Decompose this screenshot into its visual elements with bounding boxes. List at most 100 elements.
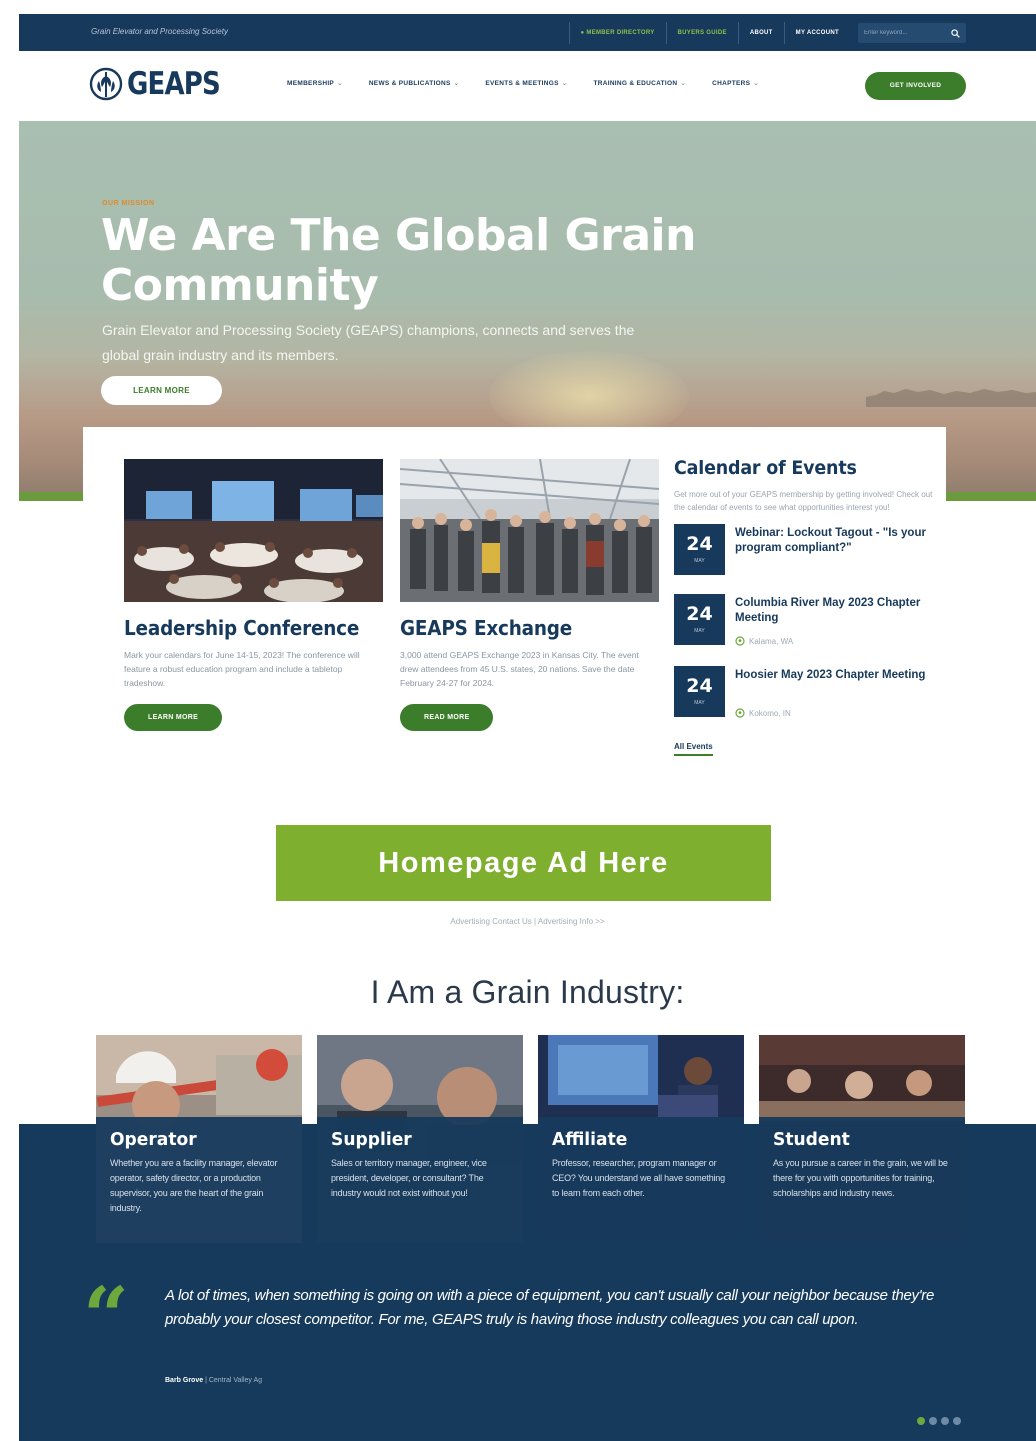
exchange-photo[interactable] xyxy=(400,459,659,602)
role-title: Supplier xyxy=(331,1129,412,1150)
member-directory-link[interactable]: ● Member directory xyxy=(568,22,666,44)
carousel-dot[interactable] xyxy=(929,1417,937,1425)
search-box xyxy=(858,23,966,43)
advertising-links[interactable]: Advertising Contact Us | Advertising Inf… xyxy=(19,917,1036,926)
hero-subtitle: Grain Elevator and Processing Society (G… xyxy=(102,322,635,363)
logo[interactable]: GEAPS xyxy=(89,65,238,103)
conference-learn-more-button[interactable]: Learn More xyxy=(124,704,223,731)
event-date-badge: 24 May xyxy=(674,666,725,717)
nav-item-news[interactable]: News & Publications ⌄ xyxy=(369,79,460,87)
nav-item-chapters[interactable]: Chapters ⌄ xyxy=(712,79,759,87)
industry-heading: I Am a Grain Industry: xyxy=(370,974,685,1010)
event-date-badge: 24 May xyxy=(674,594,725,645)
chevron-down-icon: ⌄ xyxy=(680,80,687,87)
tagline: Grain Elevator and Processing Society xyxy=(91,27,228,36)
buyers-guide-link[interactable]: Buyers guide xyxy=(665,22,738,44)
feature-text: Mark your calendars for June 14-15, 2023… xyxy=(124,650,360,688)
main-nav: GEAPS Membership ⌄ News & Publications ⌄ E… xyxy=(19,51,1036,121)
event-location-text: Kokomo, IN xyxy=(749,708,791,718)
map-pin-icon xyxy=(735,708,745,718)
role-title: Operator xyxy=(110,1129,197,1150)
role-overlay: Affiliate Professor, researcher, program… xyxy=(538,1117,744,1243)
nav-item-label: Membership xyxy=(287,80,335,87)
homepage-ad-banner[interactable]: Homepage Ad Here xyxy=(276,825,771,901)
nav-item-events[interactable]: Events & Meetings ⌄ xyxy=(485,79,567,87)
hero-learn-more-button[interactable]: Learn More xyxy=(101,376,222,405)
map-pin-icon xyxy=(735,636,745,646)
event-month: May xyxy=(694,628,705,634)
nav-menu: Membership ⌄ News & Publications ⌄ Events … xyxy=(287,79,785,87)
carousel-dot[interactable] xyxy=(917,1417,925,1425)
hero-title: We Are The Global Grain Community xyxy=(101,210,696,311)
conference-photo[interactable] xyxy=(124,459,383,602)
event-day: 24 xyxy=(686,675,713,697)
about-link[interactable]: About xyxy=(737,22,784,44)
event-month: May xyxy=(694,558,705,564)
calendar-intro: Get more out of your GEAPS membership by… xyxy=(674,490,933,512)
role-text: Sales or territory manager, engineer, vi… xyxy=(331,1158,487,1198)
event-title[interactable]: Hoosier May 2023 Chapter Meeting xyxy=(735,668,935,683)
utility-links: ● Member directory Buyers guide About My… xyxy=(568,22,966,44)
feature-leadership-conference: Leadership Conference Mark your calendar… xyxy=(124,459,383,731)
logo-text: GEAPS xyxy=(127,66,221,102)
role-card-affiliate[interactable]: Affiliate Professor, researcher, program… xyxy=(538,1035,744,1243)
wheat-logo-icon xyxy=(89,67,123,101)
hero-tree-line xyxy=(866,389,1036,407)
testimonial-attribution: Barb Grove | Central Valley Ag xyxy=(165,1377,262,1384)
get-involved-button[interactable]: Get Involved xyxy=(865,72,966,100)
page: Grain Elevator and Processing Society ● … xyxy=(19,14,1036,1441)
quote-mark-icon: “ xyxy=(83,1269,130,1363)
event-item[interactable]: 24 May Hoosier May 2023 Chapter Meeting … xyxy=(674,666,939,736)
feature-geaps-exchange: GEAPS Exchange 3,000 attend GEAPS Exchan… xyxy=(400,459,659,731)
nav-item-training[interactable]: Training & Education ⌄ xyxy=(593,79,686,87)
search-input[interactable] xyxy=(864,30,944,36)
utility-bar: Grain Elevator and Processing Society ● … xyxy=(19,14,1036,51)
search-icon[interactable] xyxy=(951,28,960,38)
chevron-down-icon: ⌄ xyxy=(561,80,568,87)
nav-item-label: Chapters xyxy=(712,80,751,87)
hero-eyebrow: Our Mission xyxy=(102,200,155,207)
exchange-read-more-button[interactable]: Read More xyxy=(400,704,494,731)
event-item[interactable]: 24 May Webinar: Lockout Tagout - "Is you… xyxy=(674,524,939,594)
event-date-badge: 24 May xyxy=(674,524,725,575)
chevron-down-icon: ⌄ xyxy=(337,80,343,87)
my-account-link[interactable]: My account xyxy=(783,22,850,44)
testimonial-quote: A lot of times, when something is going … xyxy=(165,1287,935,1328)
nav-item-label: Training & Education xyxy=(593,80,678,87)
role-cards: Operator Whether you are a facility mana… xyxy=(96,1035,965,1243)
event-day: 24 xyxy=(686,533,713,555)
role-overlay: Student As you pursue a career in the gr… xyxy=(759,1117,965,1243)
feature-title[interactable]: GEAPS Exchange xyxy=(400,616,638,640)
event-location: Kokomo, IN xyxy=(735,708,791,718)
event-location: Kalama, WA xyxy=(735,636,793,646)
testimonial-company: | Central Valley Ag xyxy=(205,1377,263,1384)
event-day: 24 xyxy=(686,603,713,625)
role-card-supplier[interactable]: Supplier Sales or territory manager, eng… xyxy=(317,1035,523,1243)
carousel-dot[interactable] xyxy=(953,1417,961,1425)
role-card-student[interactable]: Student As you pursue a career in the gr… xyxy=(759,1035,965,1243)
nav-item-label: Events & Meetings xyxy=(485,80,559,87)
role-overlay: Operator Whether you are a facility mana… xyxy=(96,1117,302,1243)
role-title: Affiliate xyxy=(552,1129,628,1150)
role-card-operator[interactable]: Operator Whether you are a facility mana… xyxy=(96,1035,302,1243)
carousel-dot[interactable] xyxy=(941,1417,949,1425)
calendar-of-events: Calendar of Events Get more out of your … xyxy=(674,457,939,756)
chevron-down-icon: ⌄ xyxy=(453,80,460,87)
nav-item-label: News & Publications xyxy=(368,80,451,87)
role-text: As you pursue a career in the grain, we … xyxy=(773,1158,948,1198)
feature-text: 3,000 attend GEAPS Exchange 2023 in Kans… xyxy=(400,650,639,688)
testimonial-author: Barb Grove xyxy=(165,1377,204,1384)
event-location-text: Kalama, WA xyxy=(749,636,794,646)
event-item[interactable]: 24 May Columbia River May 2023 Chapter M… xyxy=(674,594,939,664)
role-text: Whether you are a facility manager, elev… xyxy=(110,1158,278,1213)
event-title[interactable]: Columbia River May 2023 Chapter Meeting xyxy=(735,596,935,626)
calendar-heading: Calendar of Events xyxy=(674,457,857,479)
role-overlay: Supplier Sales or territory manager, eng… xyxy=(317,1117,523,1243)
role-title: Student xyxy=(773,1129,850,1150)
carousel-dots xyxy=(917,1417,961,1425)
featured-card: Leadership Conference Mark your calendar… xyxy=(83,427,946,799)
feature-title[interactable]: Leadership Conference xyxy=(124,616,362,640)
event-title[interactable]: Webinar: Lockout Tagout - "Is your progr… xyxy=(735,526,935,556)
all-events-link[interactable]: All Events xyxy=(674,742,713,756)
nav-item-membership[interactable]: Membership ⌄ xyxy=(287,79,343,87)
